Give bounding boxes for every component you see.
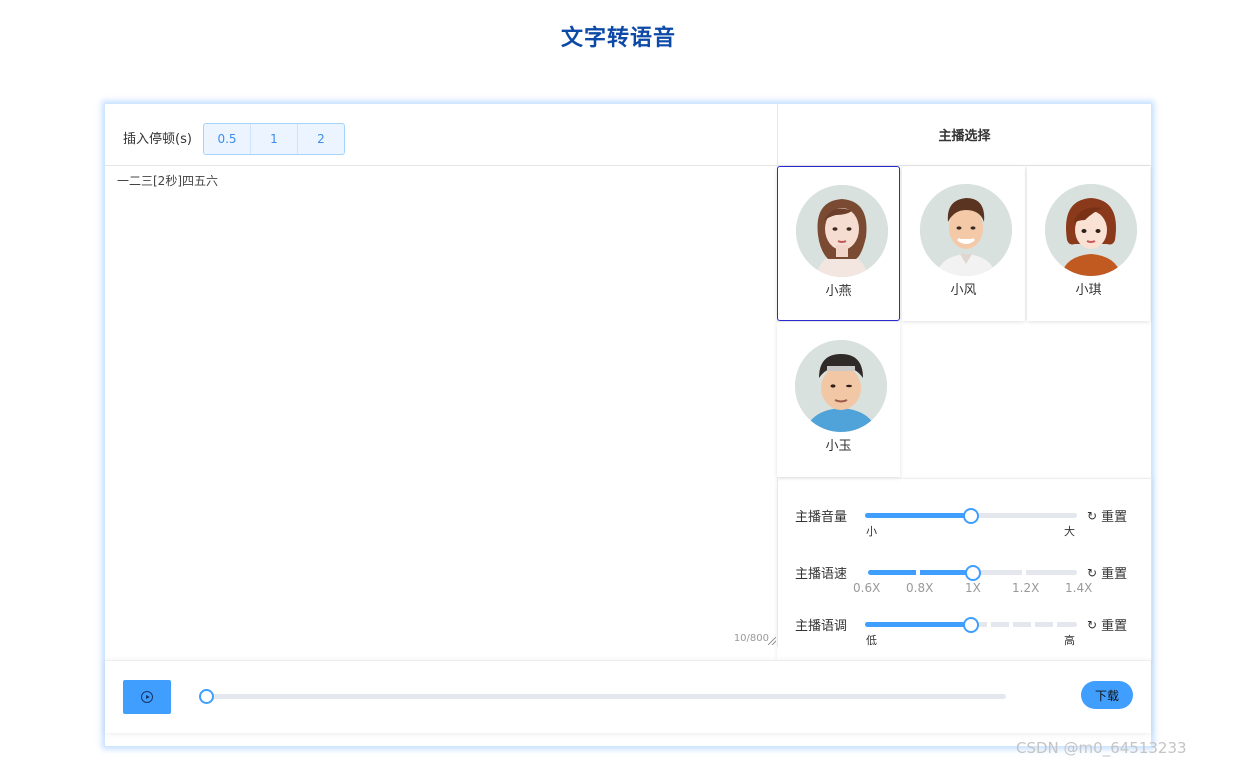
tone-stop (1031, 622, 1035, 627)
audio-player: 下载 (105, 660, 1151, 733)
anchor-card-xiaoyu[interactable]: 小玉 (777, 322, 900, 477)
anchor-header: 主播选择 (777, 104, 1152, 166)
tone-label: 主播语调 (795, 619, 848, 634)
page-title: 文字转语音 (560, 26, 676, 51)
refresh-icon: ↻ (1087, 617, 1098, 632)
resize-handle-icon[interactable] (768, 637, 776, 645)
download-button[interactable]: 下载 (1081, 681, 1133, 709)
play-icon (141, 691, 153, 703)
tone-reset-button[interactable]: ↻ 重置 (1087, 615, 1128, 635)
tone-stop (987, 622, 991, 627)
anchor-section: 主播选择 小燕 小风 小琪 小玉 主播音量 小 大 ↻ 重置 主播语速 0.6X… (777, 104, 1152, 659)
anchor-name: 小玉 (825, 439, 852, 454)
volume-label: 主播音量 (795, 510, 848, 525)
tone-max-label: 高 (1064, 634, 1075, 647)
tts-panel: 插入停顿(s) 0.5 1 2 一二三[2秒]四五六 10/800 主播选择 小… (104, 103, 1152, 747)
speed-mark: 0.6X (853, 581, 881, 595)
tone-slider[interactable] (865, 617, 1077, 633)
char-counter: 10/800 (733, 633, 769, 644)
reset-label: 重置 (1101, 567, 1128, 582)
female-avatar-icon (796, 185, 888, 277)
tone-slider-fill (865, 622, 971, 627)
speed-slider-handle[interactable] (964, 565, 981, 581)
pause-2-button[interactable]: 2 (298, 124, 344, 154)
female-avatar-icon (1045, 184, 1137, 276)
speed-stop (1022, 570, 1026, 575)
audio-progress-slider[interactable] (199, 689, 1006, 704)
speed-mark: 1X (965, 581, 981, 595)
volume-slider-fill (865, 513, 971, 518)
anchor-card-xiaoyan[interactable]: 小燕 (777, 166, 900, 321)
anchor-card-xiaoqi[interactable]: 小琪 (1027, 166, 1150, 321)
pause-label: 插入停顿(s) (123, 132, 192, 147)
male-avatar-icon (795, 340, 887, 432)
speed-mark: 1.4X (1065, 581, 1093, 595)
volume-slider-handle[interactable] (963, 508, 979, 524)
volume-max-label: 大 (1064, 525, 1075, 538)
pause-button-group: 0.5 1 2 (203, 123, 345, 155)
anchor-name: 小燕 (825, 284, 852, 299)
tone-slider-handle[interactable] (963, 617, 979, 633)
speed-slider-fill (868, 570, 973, 575)
reset-label: 重置 (1101, 619, 1128, 634)
refresh-icon: ↻ (1087, 565, 1098, 580)
text-content: 一二三[2秒]四五六 (117, 174, 218, 188)
editor-section: 插入停顿(s) 0.5 1 2 一二三[2秒]四五六 10/800 (105, 104, 778, 647)
audio-progress-handle[interactable] (199, 689, 214, 704)
speed-mark: 0.8X (906, 581, 934, 595)
speed-slider[interactable] (868, 565, 1077, 581)
speed-label: 主播语速 (795, 567, 848, 582)
pause-1-button[interactable]: 1 (251, 124, 298, 154)
anchor-card-xiaofeng[interactable]: 小风 (902, 166, 1025, 321)
volume-min-label: 小 (866, 525, 877, 538)
reset-label: 重置 (1101, 510, 1128, 525)
tone-min-label: 低 (866, 634, 877, 647)
tone-stop (1053, 622, 1057, 627)
volume-reset-button[interactable]: ↻ 重置 (1087, 506, 1128, 526)
anchor-name: 小琪 (1075, 283, 1102, 298)
pause-toolbar: 插入停顿(s) 0.5 1 2 (105, 104, 777, 166)
speed-stop (916, 570, 920, 575)
play-button[interactable] (123, 680, 171, 714)
male-avatar-icon (920, 184, 1012, 276)
text-input[interactable]: 一二三[2秒]四五六 10/800 (105, 166, 777, 646)
volume-slider[interactable] (865, 508, 1077, 524)
tone-stop (1009, 622, 1013, 627)
pause-0.5-button[interactable]: 0.5 (204, 124, 251, 154)
refresh-icon: ↻ (1087, 508, 1098, 523)
speed-reset-button[interactable]: ↻ 重置 (1087, 563, 1128, 583)
speed-mark: 1.2X (1012, 581, 1040, 595)
voice-controls: 主播音量 小 大 ↻ 重置 主播语速 0.6X 0.8X 1X 1.2X 1.4… (777, 478, 1152, 661)
anchor-name: 小风 (950, 283, 977, 298)
watermark: CSDN @m0_64513233 (1016, 739, 1187, 757)
